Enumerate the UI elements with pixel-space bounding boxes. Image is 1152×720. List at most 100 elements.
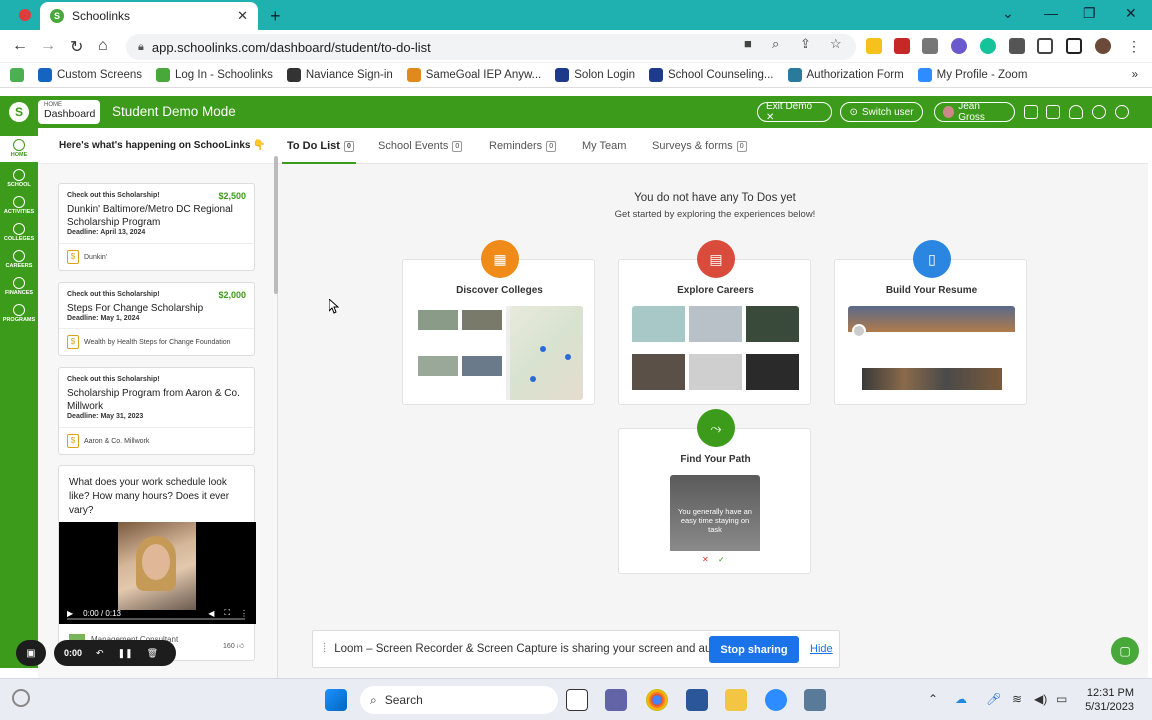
close-tab-icon[interactable]: ✕ xyxy=(237,8,248,24)
tab-to-do-list[interactable]: To Do List 0 xyxy=(287,140,354,152)
home-button[interactable]: ⌂ xyxy=(98,37,108,55)
close-window-button[interactable]: ✕ xyxy=(1125,5,1137,22)
share-icon[interactable]: ⇪ xyxy=(800,36,811,52)
onedrive-icon[interactable]: ☁ xyxy=(955,692,967,706)
tab-search-icon[interactable]: ⌄ xyxy=(1002,5,1014,22)
find-your-path-card[interactable]: ⤳ Find Your Path You generally have an e… xyxy=(618,409,811,574)
volume-icon[interactable]: ◀︎) xyxy=(1034,692,1047,706)
undo-icon[interactable]: ↶ xyxy=(96,648,104,659)
explore-careers-card[interactable]: ▤ Explore Careers xyxy=(618,240,811,405)
bookmark-item[interactable]: Custom Screens xyxy=(38,68,142,82)
extensions-icon[interactable] xyxy=(1009,38,1025,54)
file-explorer-icon[interactable] xyxy=(725,689,747,711)
restore-button[interactable]: ❐ xyxy=(1083,5,1096,22)
taskbar-search[interactable]: ⌕ Search xyxy=(360,686,558,714)
tab-count-badge: 0 xyxy=(343,140,354,152)
bookmarks-overflow-button[interactable]: » xyxy=(1132,69,1138,81)
zoom-icon[interactable]: ⌕ xyxy=(772,36,779,52)
tab-school-events[interactable]: School Events 0 xyxy=(378,140,463,152)
camera-icon[interactable]: ■ xyxy=(744,36,752,51)
help-icon[interactable] xyxy=(1092,105,1106,119)
bookmark-item[interactable]: Naviance Sign-in xyxy=(286,68,393,82)
rail-item-programs[interactable]: PROGRAMS xyxy=(0,301,38,327)
volume-icon[interactable]: ◀︎ xyxy=(208,609,214,618)
tab-my-team[interactable]: My Team xyxy=(582,140,626,152)
zoom-icon[interactable] xyxy=(765,689,787,711)
chat-icon[interactable]: ▢ xyxy=(1111,637,1139,665)
drag-handle-icon[interactable]: ⁞ xyxy=(323,643,326,655)
rail-item-colleges[interactable]: COLLEGES xyxy=(0,220,38,246)
scholarship-deadline: Deadline: May 1, 2024 xyxy=(67,315,140,322)
system-clock[interactable]: 12:31 PM 5/31/2023 xyxy=(1078,686,1134,714)
rail-item-home[interactable]: HOME xyxy=(0,136,38,162)
rail-item-school[interactable]: SCHOOL xyxy=(0,166,38,192)
tab-reminders[interactable]: Reminders 0 xyxy=(489,140,557,152)
microphone-icon[interactable]: 🎤︎ xyxy=(986,692,1001,706)
gear-icon[interactable] xyxy=(1115,105,1129,119)
start-icon[interactable] xyxy=(325,689,347,711)
recording-indicator-icon xyxy=(19,9,31,21)
rail-item-finances[interactable]: FINANCES xyxy=(0,274,38,300)
schoolinks-logo[interactable]: S xyxy=(9,102,29,122)
rail-item-activities[interactable]: ACTIVITIES xyxy=(0,193,38,219)
bookmark-item[interactable]: Authorization Form xyxy=(787,68,904,82)
more-options-icon[interactable]: ⋮ xyxy=(240,609,248,618)
bookmark-item[interactable]: Solon Login xyxy=(555,68,635,82)
apps-icon[interactable] xyxy=(10,68,24,82)
tab-surveys-forms[interactable]: Surveys & forms 0 xyxy=(652,140,747,152)
switch-user-button[interactable]: ⊙ Switch user xyxy=(840,102,923,122)
calculator-icon[interactable] xyxy=(804,689,826,711)
chrome-menu-icon[interactable]: ⋮ xyxy=(1126,38,1142,54)
task-view-icon[interactable] xyxy=(566,689,588,711)
reload-button[interactable]: ↻ xyxy=(70,37,83,57)
play-icon[interactable]: ▶ xyxy=(67,609,73,618)
word-icon[interactable] xyxy=(686,689,708,711)
user-menu-button[interactable]: Jean Gross xyxy=(934,101,1015,123)
tab-label: To Do List xyxy=(287,140,340,152)
trash-icon[interactable]: 🗑︎ xyxy=(147,648,158,659)
bookmark-star-icon[interactable]: ☆ xyxy=(830,36,842,52)
show-hidden-icons[interactable]: ⌃ xyxy=(928,692,938,706)
bookmark-item[interactable]: School Counseling... xyxy=(649,68,774,82)
dashboard-button[interactable]: HOME Dashboard xyxy=(38,100,100,124)
mail-icon[interactable] xyxy=(1046,105,1060,119)
hide-link[interactable]: Hide xyxy=(810,643,833,655)
cast-icon[interactable] xyxy=(1037,38,1053,54)
exit-demo-button[interactable]: Exit Demo ✕ xyxy=(757,101,832,123)
bookmark-item[interactable]: My Profile - Zoom xyxy=(917,68,1027,82)
build-resume-card[interactable]: ▯ Build Your Resume xyxy=(834,240,1027,405)
scholarship-card[interactable]: Check out this Scholarship! $2,000 Steps… xyxy=(58,282,255,356)
video-player[interactable]: ▶ 0:00 / 0:13 ◀︎ ⛶ ⋮ xyxy=(59,522,256,624)
bell-icon[interactable] xyxy=(1069,105,1083,119)
scholarship-card[interactable]: Check out this Scholarship! Scholarship … xyxy=(58,367,255,455)
fullscreen-icon[interactable]: ⛶ xyxy=(224,608,230,618)
bookmark-item[interactable]: SameGoal IEP Anyw... xyxy=(406,68,541,82)
camera-toggle-icon[interactable]: ▣ xyxy=(16,640,46,666)
extension-book-icon[interactable] xyxy=(894,38,910,54)
side-panel-icon[interactable] xyxy=(1066,38,1082,54)
extension-flower-icon[interactable] xyxy=(951,38,967,54)
bookmark-item[interactable]: Log In - Schoolinks xyxy=(156,68,273,82)
widgets-icon[interactable] xyxy=(12,689,30,707)
pause-icon[interactable]: ❚❚ xyxy=(118,648,133,659)
battery-icon[interactable]: ▭ xyxy=(1056,692,1067,706)
chrome-icon[interactable] xyxy=(646,689,668,711)
browser-tab[interactable]: S Schoolinks ✕ xyxy=(40,2,258,30)
back-button[interactable]: ← xyxy=(12,37,28,55)
wifi-icon[interactable]: ≋ xyxy=(1012,692,1022,706)
document-icon[interactable] xyxy=(1024,105,1038,119)
rail-item-careers[interactable]: CAREERS xyxy=(0,247,38,273)
teams-icon[interactable] xyxy=(605,689,627,711)
extension-keep-icon[interactable] xyxy=(866,38,882,54)
discover-colleges-card[interactable]: ▦ Discover Colleges xyxy=(402,240,595,405)
profile-avatar[interactable] xyxy=(1095,38,1111,54)
new-tab-button[interactable]: + xyxy=(270,6,281,27)
stop-sharing-button[interactable]: Stop sharing xyxy=(709,636,799,663)
like-count[interactable]: 160 👍︎ xyxy=(223,641,244,650)
minimize-button[interactable]: — xyxy=(1044,5,1058,21)
scholarship-card[interactable]: Check out this Scholarship! $2,500 Dunki… xyxy=(58,183,255,271)
grammarly-icon[interactable] xyxy=(980,38,996,54)
extension-puzzle-icon[interactable] xyxy=(922,38,938,54)
forward-button[interactable]: → xyxy=(40,37,56,55)
video-progress-bar[interactable] xyxy=(67,618,245,620)
